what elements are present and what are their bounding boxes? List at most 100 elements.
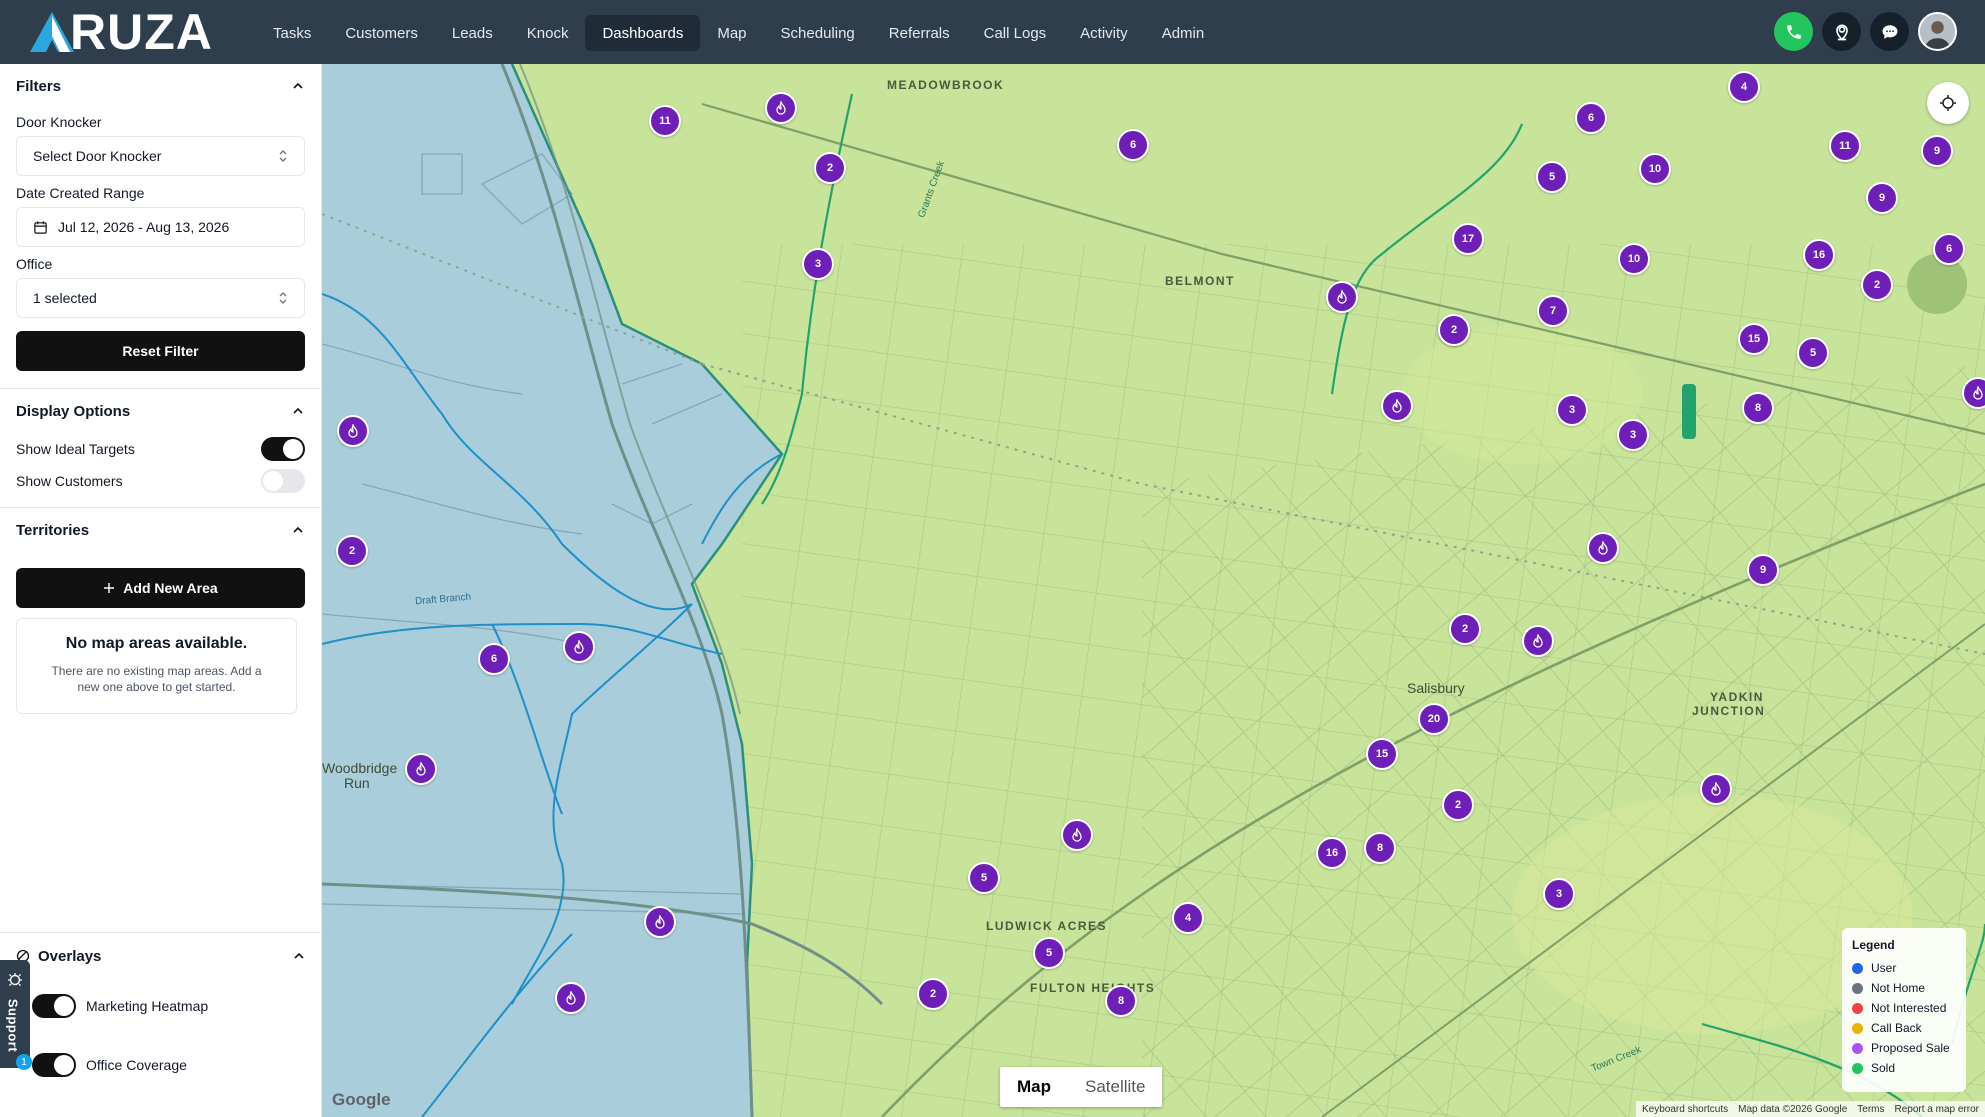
map-cluster[interactable]: 9 (1921, 135, 1953, 167)
support-tab[interactable]: Support (0, 960, 30, 1068)
map-cluster[interactable]: 3 (1617, 419, 1649, 451)
keyboard-shortcuts-link[interactable]: Keyboard shortcuts (1642, 1104, 1728, 1115)
map-cluster[interactable]: 8 (1105, 985, 1137, 1017)
nav-knock[interactable]: Knock (510, 15, 586, 51)
map-cluster[interactable]: 15 (1738, 323, 1770, 355)
nav-customers[interactable]: Customers (328, 15, 435, 51)
map-cluster[interactable]: 4 (1172, 902, 1204, 934)
nav-dashboards[interactable]: Dashboards (585, 15, 701, 51)
map-cluster[interactable]: 9 (1747, 554, 1779, 586)
map-cluster[interactable]: 11 (649, 105, 681, 137)
door-knocker-select[interactable]: Select Door Knocker (16, 136, 305, 176)
map-cluster[interactable]: 6 (1933, 233, 1965, 265)
map-cluster[interactable]: 8 (1742, 392, 1774, 424)
map-cluster[interactable]: 4 (1728, 71, 1760, 103)
map-cluster[interactable]: 15 (1366, 738, 1398, 770)
overlays-header[interactable]: Overlays (0, 933, 322, 979)
map-cluster[interactable]: 8 (1364, 832, 1396, 864)
flame-marker[interactable] (405, 753, 437, 785)
map-cluster[interactable]: 2 (814, 152, 846, 184)
map-cluster[interactable]: 2 (917, 978, 949, 1010)
flame-marker[interactable] (337, 415, 369, 447)
map-type-map-button[interactable]: Map (1000, 1067, 1068, 1107)
map-cluster[interactable]: 17 (1452, 223, 1484, 255)
customers-toggle[interactable] (261, 469, 305, 493)
map-canvas[interactable]: MEADOWBROOK BELMONT Salisbury YADKIN JUN… (322, 64, 1985, 1117)
map-cluster[interactable]: 5 (1033, 937, 1065, 969)
flame-marker[interactable] (1587, 532, 1619, 564)
nav-call-logs[interactable]: Call Logs (967, 15, 1064, 51)
terms-link[interactable]: Terms (1857, 1104, 1884, 1115)
filters-header[interactable]: Filters (0, 64, 321, 108)
map-cluster[interactable]: 9 (1866, 182, 1898, 214)
my-location-button[interactable] (1927, 82, 1969, 124)
logo[interactable]: RUZA (30, 7, 213, 57)
avatar[interactable] (1918, 12, 1957, 51)
nav-activity[interactable]: Activity (1063, 15, 1145, 51)
flame-marker[interactable] (1700, 773, 1732, 805)
top-navbar: RUZA Tasks Customers Leads Knock Dashboa… (0, 0, 1985, 64)
place-label-yadkin-1: YADKIN (1710, 690, 1764, 704)
map-cluster[interactable]: 6 (1117, 129, 1149, 161)
chevron-up-icon (293, 526, 303, 533)
marketing-heatmap-toggle[interactable] (32, 994, 76, 1018)
add-new-area-button[interactable]: Add New Area (16, 568, 305, 608)
reset-filter-button[interactable]: Reset Filter (16, 331, 305, 371)
map-cluster[interactable]: 2 (1438, 314, 1470, 346)
report-error-link[interactable]: Report a map error (1895, 1104, 1979, 1115)
map-cluster[interactable]: 16 (1803, 239, 1835, 271)
territories-empty-state: No map areas available. There are no exi… (16, 618, 297, 714)
flame-marker[interactable] (644, 906, 676, 938)
date-range-picker[interactable]: Jul 12, 2026 - Aug 13, 2026 (16, 207, 305, 247)
place-label-meadowbrook: MEADOWBROOK (887, 78, 1005, 92)
legend-label: Not Home (1871, 981, 1926, 995)
map-cluster[interactable]: 7 (1537, 295, 1569, 327)
nav-leads[interactable]: Leads (435, 15, 510, 51)
territories-header[interactable]: Territories (0, 508, 321, 552)
map-cluster[interactable]: 10 (1639, 153, 1671, 185)
map-cluster[interactable]: 5 (1536, 161, 1568, 193)
map-cluster[interactable]: 3 (1556, 394, 1588, 426)
map-cluster[interactable]: 2 (336, 535, 368, 567)
display-options-header[interactable]: Display Options (0, 389, 321, 433)
flame-marker[interactable] (1381, 390, 1413, 422)
map-type-satellite-button[interactable]: Satellite (1068, 1067, 1162, 1107)
nav-tasks[interactable]: Tasks (256, 15, 328, 51)
flame-marker[interactable] (765, 92, 797, 124)
map-cluster[interactable]: 6 (1575, 102, 1607, 134)
map-cluster[interactable]: 10 (1618, 243, 1650, 275)
map-cluster[interactable]: 20 (1418, 703, 1450, 735)
date-range-label: Date Created Range (16, 185, 145, 201)
nav-map[interactable]: Map (700, 15, 763, 51)
map-cluster[interactable]: 2 (1442, 789, 1474, 821)
flame-marker[interactable] (1061, 819, 1093, 851)
map-cluster[interactable]: 6 (478, 643, 510, 675)
chat-button[interactable] (1870, 12, 1909, 51)
legend-item: Sold (1852, 1058, 1956, 1078)
map-cluster[interactable]: 5 (968, 862, 1000, 894)
map-cluster[interactable]: 11 (1829, 130, 1861, 162)
legend-dot (1852, 1042, 1863, 1054)
flame-marker[interactable] (555, 982, 587, 1014)
map-cluster[interactable]: 2 (1861, 269, 1893, 301)
top-actions (1774, 12, 1957, 51)
flame-marker[interactable] (563, 631, 595, 663)
nav-referrals[interactable]: Referrals (872, 15, 967, 51)
map-cluster[interactable]: 5 (1797, 337, 1829, 369)
flame-marker[interactable] (1326, 281, 1358, 313)
ideal-targets-toggle[interactable] (261, 437, 305, 461)
map-cluster[interactable]: 3 (802, 248, 834, 280)
location-button[interactable] (1822, 12, 1861, 51)
map-cluster[interactable]: 3 (1543, 878, 1575, 910)
flame-marker[interactable] (1522, 625, 1554, 657)
legend-label: Proposed Sale (1871, 1041, 1950, 1055)
nav-scheduling[interactable]: Scheduling (764, 15, 872, 51)
office-coverage-toggle[interactable] (32, 1053, 76, 1077)
nav-admin[interactable]: Admin (1145, 15, 1222, 51)
map-cluster[interactable]: 2 (1449, 613, 1481, 645)
phone-button[interactable] (1774, 12, 1813, 51)
empty-state-title: No map areas available. (65, 635, 248, 652)
flame-icon (348, 424, 358, 438)
map-cluster[interactable]: 16 (1316, 837, 1348, 869)
office-select[interactable]: 1 selected (16, 278, 305, 318)
